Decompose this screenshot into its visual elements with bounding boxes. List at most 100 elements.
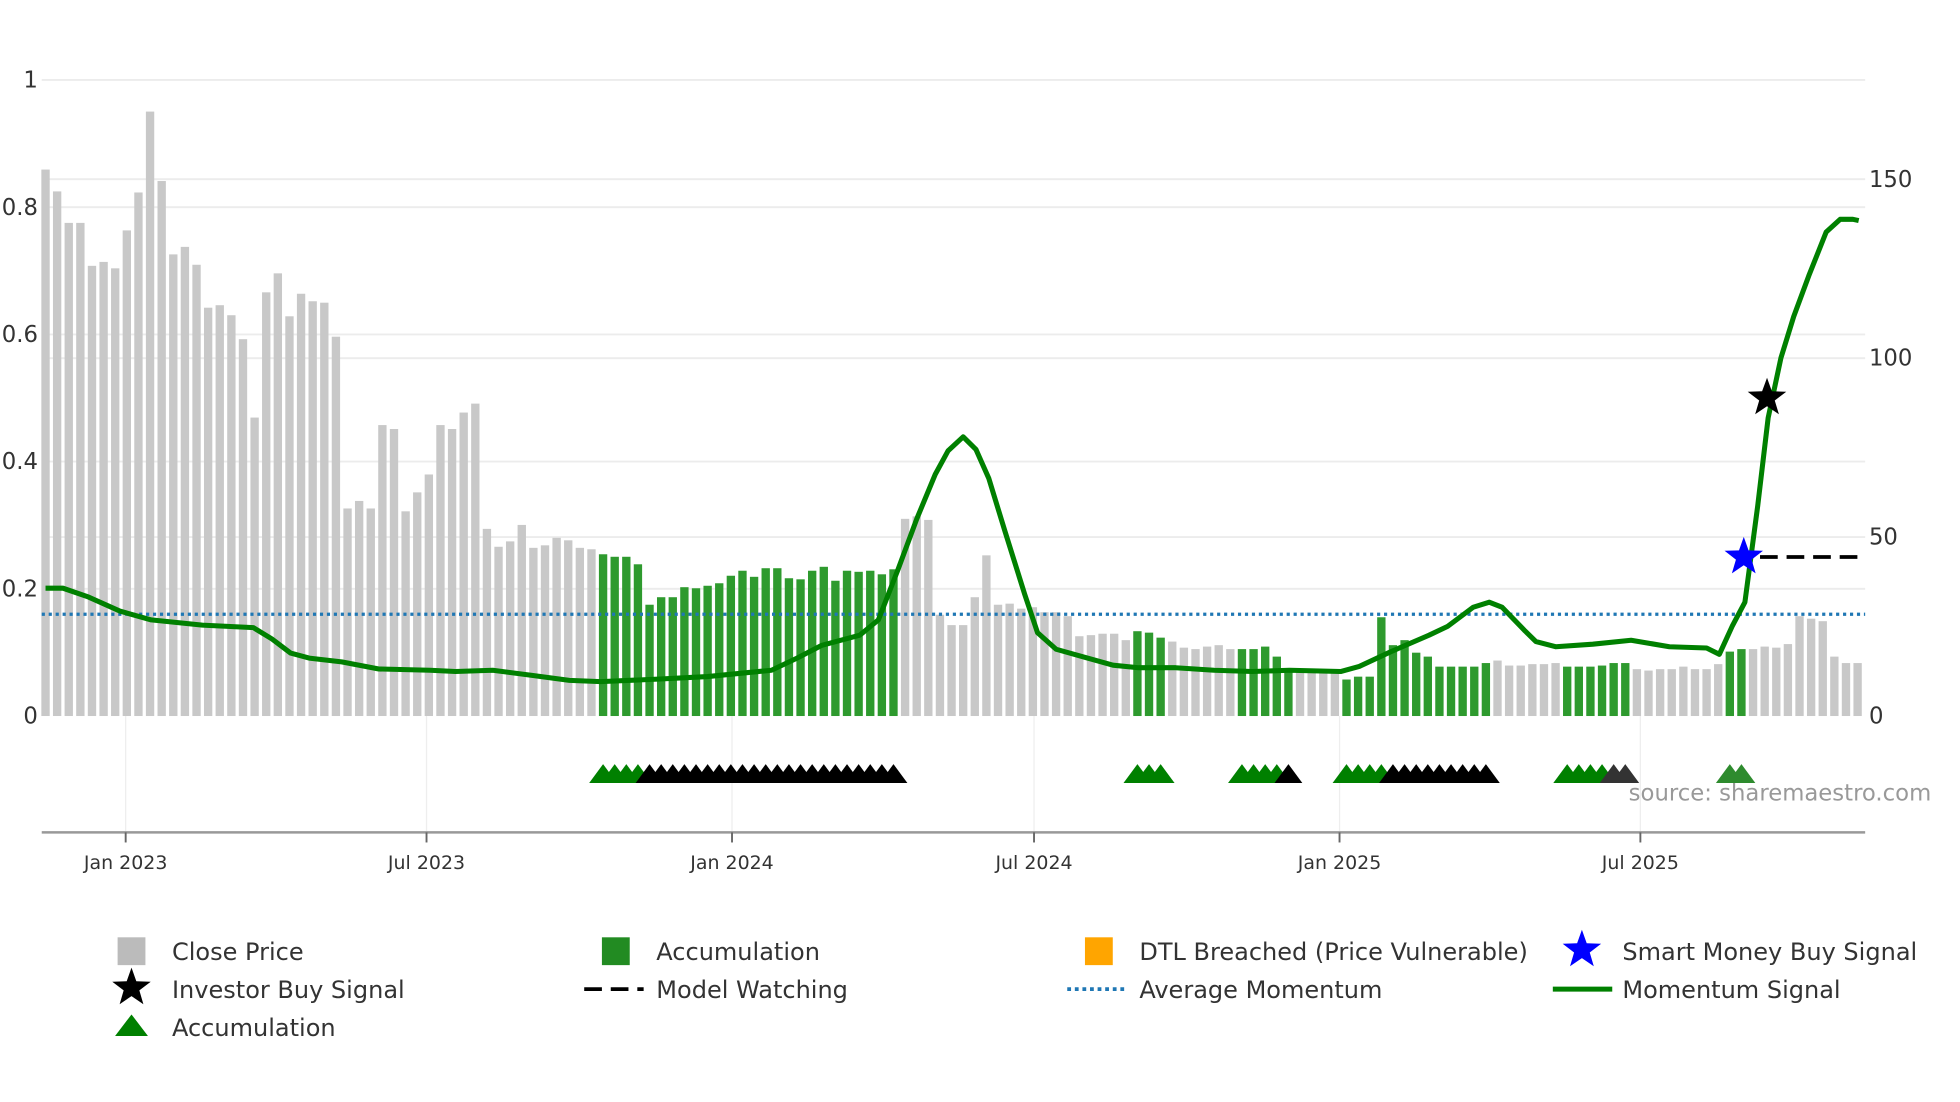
legend-star-icon (1562, 929, 1602, 967)
accumulation-bar (854, 571, 863, 717)
legend-star-icon (112, 967, 151, 1005)
accumulation-bar (645, 604, 654, 717)
legend-label: Momentum Signal (1622, 976, 1840, 1004)
accumulation-bar (610, 556, 619, 717)
close-price-bar (1191, 649, 1200, 717)
close-price-bar (935, 614, 945, 717)
close-price-bar (1005, 603, 1014, 717)
close-price-bar (366, 508, 375, 717)
accumulation-bar (761, 568, 770, 717)
right-tick-label: 0 (1869, 704, 1883, 730)
accumulation-bar (738, 570, 747, 717)
close-price-bar (1319, 671, 1328, 717)
accumulation-bar (1446, 666, 1456, 717)
x-tick-label: Jul 2025 (1601, 852, 1679, 874)
close-price-bar (122, 230, 132, 717)
legend-item: Investor Buy Signal (112, 967, 405, 1005)
close-price-bar (482, 528, 492, 717)
accumulation-bar (1725, 651, 1734, 717)
close-price-bar (1830, 656, 1839, 717)
accumulation-bar (1261, 646, 1270, 717)
accumulation-bar (1470, 666, 1479, 717)
accumulation-bar (715, 583, 724, 717)
right-tick-label: 50 (1869, 525, 1898, 551)
accumulation-bar (1272, 656, 1281, 717)
accumulation-bar (1377, 617, 1386, 717)
close-price-bar (924, 519, 933, 717)
close-price-bar (1040, 612, 1049, 717)
accumulation-bar (1365, 676, 1374, 717)
accumulation-bar (1388, 645, 1398, 717)
close-price-bar (1528, 664, 1537, 717)
close-price-bar (993, 604, 1003, 717)
legend-item: Close Price (117, 937, 304, 966)
close-price-bar (87, 265, 97, 717)
close-price-bar (1760, 646, 1769, 717)
close-price-bar (424, 474, 434, 717)
close-price-bar (947, 625, 956, 717)
legend-label: Investor Buy Signal (172, 976, 405, 1004)
close-price-bar (1818, 621, 1827, 717)
close-price-bar (169, 254, 178, 717)
left-tick-label: 0.2 (2, 576, 38, 602)
close-price-bar (1493, 660, 1502, 717)
legend-item: Momentum Signal (1552, 976, 1841, 1004)
accumulation-bar (1400, 640, 1409, 717)
close-price-bar (517, 524, 526, 717)
accumulation-bar (1458, 666, 1467, 717)
close-price-bar (1772, 647, 1781, 717)
close-price-bar (1051, 612, 1061, 717)
left-tick-label: 0 (23, 704, 37, 730)
close-price-bar (413, 492, 422, 717)
accumulation-bar (1353, 676, 1363, 717)
legend-label: Average Momentum (1139, 976, 1382, 1004)
accumulation-bar (1435, 666, 1444, 717)
close-price-bar (1551, 663, 1560, 717)
close-price-bar (1679, 666, 1688, 717)
accumulation-bar (633, 564, 643, 717)
accumulation-bar (726, 575, 736, 717)
x-tick-label: Jul 2024 (994, 852, 1072, 874)
close-price-bar (41, 169, 50, 717)
close-price-bar (1632, 669, 1642, 717)
accumulation-bar (866, 570, 875, 717)
close-price-bar (1667, 669, 1676, 717)
close-price-bar (1714, 664, 1723, 717)
accumulation-bar (1284, 668, 1293, 717)
legend-square-icon (601, 937, 630, 966)
accumulation-bar (1133, 631, 1142, 717)
legend-label: Close Price (172, 938, 304, 966)
accumulation-bar (1737, 649, 1746, 717)
accumulation-bar (773, 568, 782, 717)
accumulation-bar (703, 585, 712, 717)
accumulation-bar (784, 578, 794, 717)
x-tick-label: Jan 2024 (689, 852, 773, 874)
accumulation-bar (831, 580, 840, 717)
close-price-bar (1655, 669, 1665, 717)
close-price-bar (529, 547, 538, 717)
close-price-bar (1307, 671, 1316, 717)
close-price-bar (64, 222, 73, 717)
accumulation-bar (1563, 666, 1572, 717)
legend-square-icon (117, 937, 146, 966)
close-price-bar (134, 192, 143, 717)
legend-item: Model Watching (584, 976, 848, 1004)
close-price-bar (157, 181, 166, 717)
close-price-bar (1748, 649, 1758, 717)
close-price-bar (1330, 673, 1340, 717)
x-tick-label: Jan 2023 (83, 852, 167, 874)
accumulation-markers (589, 764, 1756, 784)
signal-stars (1724, 377, 1787, 574)
close-price-bar (238, 339, 248, 717)
close-price-bar (227, 315, 236, 717)
close-price-bar (1121, 640, 1130, 717)
accumulation-bar (1156, 637, 1165, 717)
close-price-bar (354, 500, 364, 717)
accumulation-bar (1249, 649, 1258, 717)
left-tick-label: 0.8 (2, 195, 38, 221)
close-price-bar (1644, 670, 1653, 717)
smart-money-buy-star (1724, 536, 1763, 574)
close-price-bar (1063, 616, 1072, 717)
close-price-bar (99, 261, 108, 717)
close-price-bar (203, 307, 213, 717)
